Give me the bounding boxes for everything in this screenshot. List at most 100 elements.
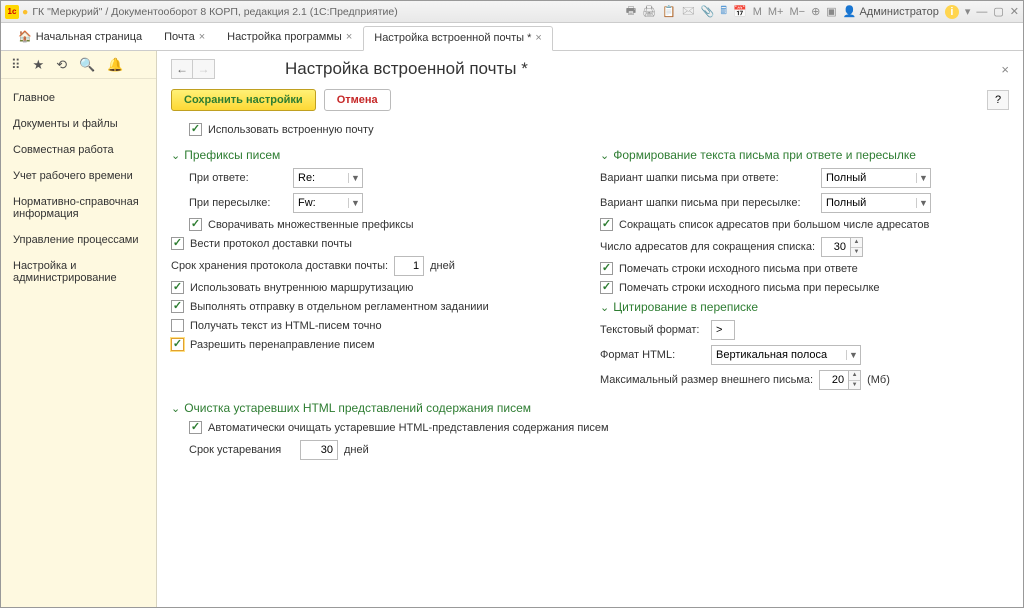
bell-icon[interactable]: 🔔 (107, 57, 123, 73)
zoom-icon[interactable]: ⊕ (811, 5, 820, 18)
spin-down-icon[interactable]: ▼ (849, 381, 860, 390)
title-bar: 1c ● ГК "Меркурий" / Документооборот 8 К… (1, 1, 1023, 23)
tab-mail-settings[interactable]: Настройка встроенной почты * × (363, 26, 553, 51)
forward-button[interactable]: → (193, 59, 215, 79)
star-icon[interactable]: ● (22, 6, 28, 18)
chevron-down-icon[interactable]: ▼ (348, 198, 362, 208)
header-fwd-label: Вариант шапки письма при пересылке: (600, 197, 815, 209)
spin-up-icon[interactable]: ▲ (849, 371, 860, 381)
sidebar-toolbar: ⠿ ★ ⟲ 🔍 🔔 (1, 51, 156, 79)
reglament-checkbox[interactable] (171, 300, 184, 313)
max-size-input[interactable] (819, 370, 849, 390)
close-icon[interactable]: × (199, 31, 205, 43)
close-page-icon[interactable]: × (1001, 62, 1009, 77)
section-reply[interactable]: Формирование текста письма при ответе и … (600, 148, 1009, 162)
app-icon: 1c (5, 5, 19, 19)
close-icon[interactable]: × (535, 32, 541, 44)
sidebar-item[interactable]: Нормативно-справочная информация (1, 189, 156, 227)
use-mail-checkbox[interactable] (189, 123, 202, 136)
m-minus-icon[interactable]: M− (789, 6, 805, 18)
sidebar-item[interactable]: Главное (1, 85, 156, 111)
maximize-icon[interactable]: ▢ (993, 5, 1003, 18)
redirect-label: Разрешить перенаправление писем (190, 339, 375, 351)
m-plus-icon[interactable]: M+ (768, 6, 784, 18)
reglament-label: Выполнять отправку в отдельном регламент… (190, 301, 489, 313)
section-cleanup[interactable]: Очистка устаревших HTML представлений со… (171, 401, 1009, 415)
storage-input[interactable] (394, 256, 424, 276)
fwd-prefix-select[interactable]: Fw:▼ (293, 193, 363, 213)
toolbar-icon[interactable]: 🖂 (682, 2, 695, 21)
panel-icon[interactable]: ▣ (826, 5, 836, 18)
search-icon[interactable]: 🔍 (79, 57, 95, 73)
max-size-label: Максимальный размер внешнего письма: (600, 374, 813, 386)
close-icon[interactable]: × (346, 31, 352, 43)
protocol-checkbox[interactable] (171, 237, 184, 250)
sidebar-item[interactable]: Совместная работа (1, 137, 156, 163)
page-title: Настройка встроенной почты * (285, 59, 528, 79)
back-button[interactable]: ← (171, 59, 193, 79)
age-label: Срок устаревания (189, 444, 294, 456)
minimize-icon[interactable]: — (976, 6, 987, 18)
chevron-down-icon[interactable]: ▼ (846, 350, 860, 360)
spin-down-icon[interactable]: ▼ (851, 248, 862, 257)
max-size-unit: (Мб) (867, 374, 965, 386)
content: ← → Настройка встроенной почты * × Сохра… (157, 51, 1023, 607)
sidebar: ⠿ ★ ⟲ 🔍 🔔 Главное Документы и файлы Совм… (1, 51, 157, 607)
calculator-icon[interactable]: 🖩 (720, 2, 727, 21)
routing-label: Использовать внутреннюю маршрутизацию (190, 282, 413, 294)
count-input[interactable] (821, 237, 851, 257)
chevron-down-icon[interactable]: ▼ (348, 173, 362, 183)
collapse-checkbox[interactable] (189, 218, 202, 231)
tab-mail[interactable]: Почта × (153, 25, 216, 50)
tab-bar: 🏠 Начальная страница Почта × Настройка п… (1, 23, 1023, 51)
auto-cleanup-checkbox[interactable] (189, 421, 202, 434)
count-spinner[interactable]: ▲▼ (821, 237, 863, 257)
section-prefixes[interactable]: Префиксы писем (171, 148, 580, 162)
spin-up-icon[interactable]: ▲ (851, 238, 862, 248)
age-unit: дней (344, 444, 442, 456)
html-exact-checkbox[interactable] (171, 319, 184, 332)
section-quote[interactable]: Цитирование в переписке (600, 300, 1009, 314)
m-icon[interactable]: M (753, 6, 762, 18)
tab-settings[interactable]: Настройка программы × (216, 25, 363, 50)
dropdown-icon[interactable]: ▾ (965, 5, 971, 18)
mark-fwd-checkbox[interactable] (600, 281, 613, 294)
header-reply-select[interactable]: Полный▼ (821, 168, 931, 188)
history-icon[interactable]: ⟲ (56, 57, 67, 73)
redirect-checkbox[interactable] (171, 338, 184, 351)
help-button[interactable]: ? (987, 90, 1009, 110)
calendar-icon[interactable]: 📅 (733, 5, 747, 18)
reply-prefix-select[interactable]: Re:▼ (293, 168, 363, 188)
chevron-down-icon[interactable]: ▼ (916, 198, 930, 208)
grid-icon[interactable]: ⠿ (11, 57, 21, 73)
tab-home[interactable]: 🏠 Начальная страница (7, 24, 153, 50)
mark-fwd-label: Помечать строки исходного письма при пер… (619, 282, 880, 294)
toolbar-icon[interactable]: 📎 (701, 5, 715, 18)
toolbar-icon[interactable]: 📋 (662, 5, 676, 18)
sidebar-item[interactable]: Настройка и администрирование (1, 253, 156, 291)
toolbar-icon[interactable]: 🖨 (642, 5, 656, 18)
header-reply-label: Вариант шапки письма при ответе: (600, 172, 815, 184)
header-fwd-select[interactable]: Полный▼ (821, 193, 931, 213)
shorten-label: Сокращать список адресатов при большом ч… (619, 219, 929, 231)
user-label[interactable]: 👤 Администратор (843, 5, 939, 18)
sidebar-item[interactable]: Документы и файлы (1, 111, 156, 137)
mark-reply-checkbox[interactable] (600, 262, 613, 275)
window-title: ГК "Меркурий" / Документооборот 8 КОРП, … (32, 6, 397, 18)
save-button[interactable]: Сохранить настройки (171, 89, 316, 111)
age-input[interactable] (300, 440, 338, 460)
cancel-button[interactable]: Отмена (324, 89, 391, 111)
html-exact-label: Получать текст из HTML-писем точно (190, 320, 382, 332)
shorten-checkbox[interactable] (600, 218, 613, 231)
chevron-down-icon[interactable]: ▼ (916, 173, 930, 183)
routing-checkbox[interactable] (171, 281, 184, 294)
html-format-select[interactable]: Вертикальная полоса▼ (711, 345, 861, 365)
sidebar-item[interactable]: Учет рабочего времени (1, 163, 156, 189)
close-icon[interactable]: ✕ (1010, 5, 1019, 18)
max-size-spinner[interactable]: ▲▼ (819, 370, 861, 390)
text-format-input[interactable] (711, 320, 735, 340)
toolbar-icon[interactable]: 🖶 (626, 2, 636, 21)
star-icon[interactable]: ★ (33, 57, 45, 73)
sidebar-item[interactable]: Управление процессами (1, 227, 156, 253)
info-icon[interactable]: i (945, 5, 959, 19)
